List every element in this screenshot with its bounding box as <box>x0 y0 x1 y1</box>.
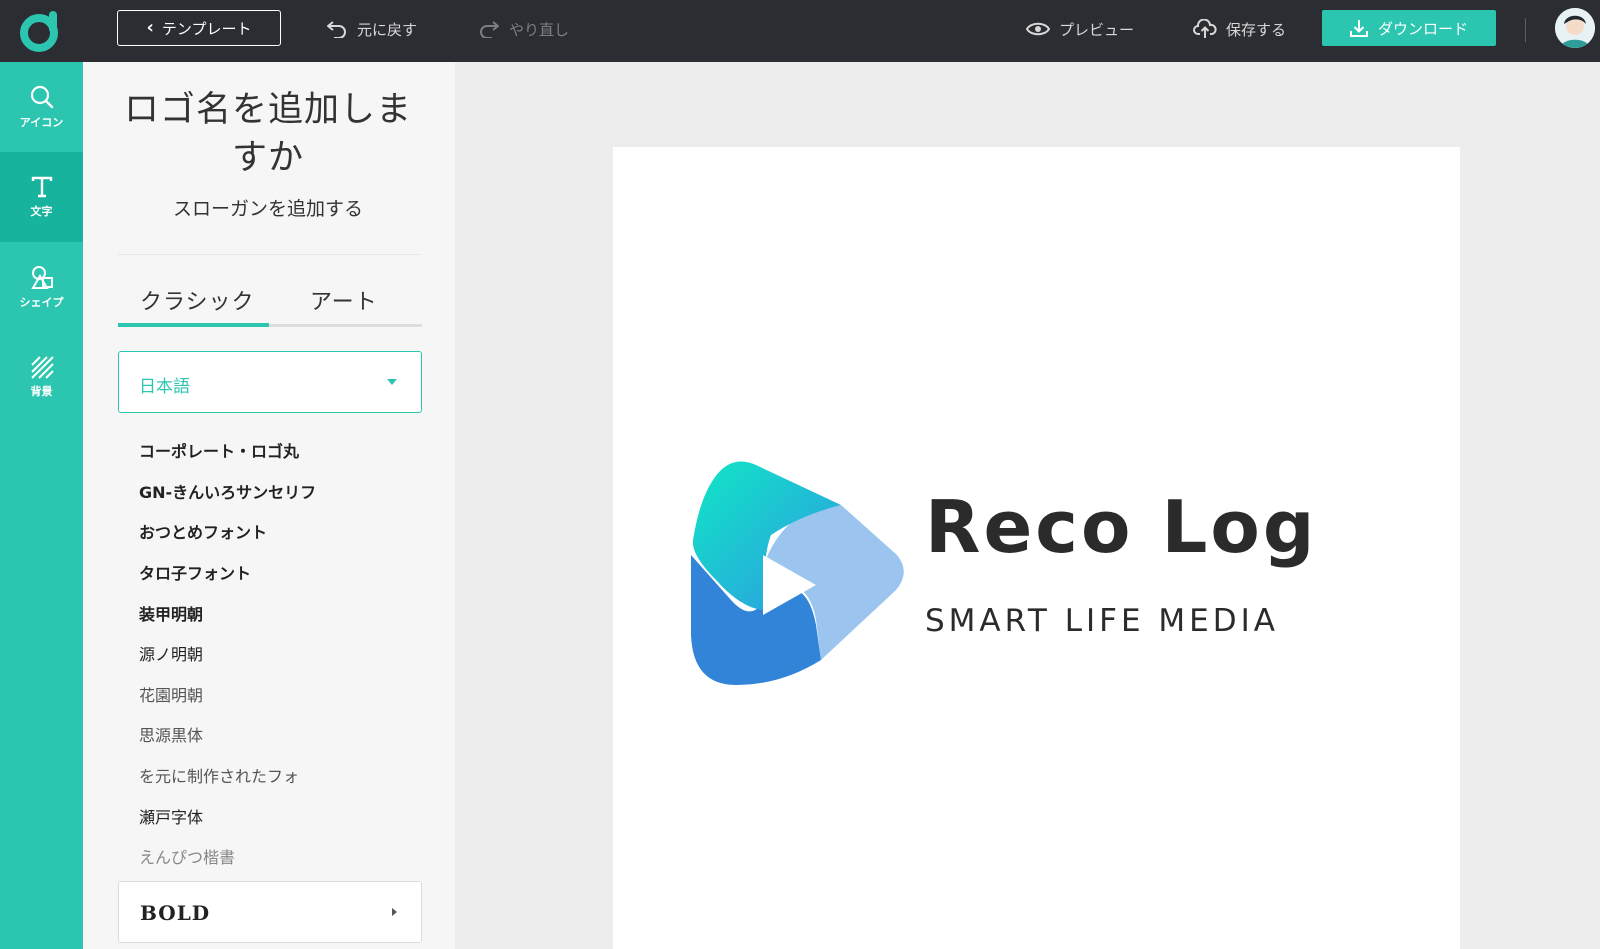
font-item[interactable]: えんぴつ楷書 <box>139 836 339 877</box>
rail-item-icon[interactable]: アイコン <box>0 62 83 152</box>
font-category-tabs: クラシック アート <box>118 270 422 328</box>
template-button-label: テンプレート <box>161 19 252 38</box>
rail-item-label: アイコン <box>19 116 64 129</box>
slogan-input[interactable]: スローガンを追加する <box>113 194 423 221</box>
save-label: 保存する <box>1226 20 1287 39</box>
font-item[interactable]: 源ノ明朝 <box>139 633 339 674</box>
redo-label: やり直し <box>509 20 570 39</box>
caret-down-icon <box>387 379 397 385</box>
font-item[interactable]: GN-きんいろサンセリフ <box>139 471 339 512</box>
shape-icon <box>30 266 53 289</box>
toolbar-divider <box>1525 18 1526 42</box>
preview-label: プレビュー <box>1059 20 1135 39</box>
rail-item-label: 背景 <box>30 385 53 398</box>
font-item[interactable]: タロ子フォント <box>139 552 339 593</box>
font-item[interactable]: おつとめフォント <box>139 511 339 552</box>
rail-item-background[interactable]: 背景 <box>0 332 83 422</box>
tab-active-indicator <box>118 323 269 327</box>
caret-right-icon <box>392 908 397 916</box>
redo-icon <box>480 21 499 38</box>
font-list: コーポレート・ロゴ丸 GN-きんいろサンセリフ おつとめフォント タロ子フォント… <box>139 430 339 877</box>
app-logo-icon[interactable] <box>18 9 62 53</box>
preview-button[interactable]: プレビュー <box>1026 14 1134 44</box>
text-icon <box>31 176 52 198</box>
download-button[interactable]: ダウンロード <box>1322 10 1496 46</box>
save-button[interactable]: 保存する <box>1193 14 1286 44</box>
language-select[interactable]: 日本語 <box>118 351 422 413</box>
eye-icon <box>1026 22 1050 36</box>
undo-label: 元に戻す <box>357 20 418 39</box>
rail-item-label: 文字 <box>30 205 53 218</box>
tab-art[interactable]: アート <box>310 284 378 316</box>
panel-divider <box>118 254 421 255</box>
rail-item-text[interactable]: 文字 <box>0 152 83 242</box>
font-item[interactable]: 装甲明朝 <box>139 592 339 633</box>
font-item[interactable]: コーポレート・ロゴ丸 <box>139 430 339 471</box>
top-toolbar: ‹ テンプレート 元に戻す やり直し プレビュー 保存する ダウンロード <box>0 0 1600 62</box>
logo-slogan-text[interactable]: SMART LIFE MEDIA <box>925 603 1279 639</box>
language-select-value: 日本語 <box>139 377 190 397</box>
download-label: ダウンロード <box>1377 19 1468 38</box>
search-icon <box>30 85 53 109</box>
chevron-left-icon: ‹ <box>146 17 154 38</box>
font-item[interactable]: 花園明朝 <box>139 674 339 715</box>
rail-item-label: シェイプ <box>19 296 64 309</box>
back-to-template-button[interactable]: ‹ テンプレート <box>117 10 281 46</box>
download-icon <box>1349 20 1368 37</box>
logo-name-input[interactable]: ロゴ名を追加しますか <box>113 86 423 182</box>
font-item[interactable]: 瀬戸字体 <box>139 795 339 836</box>
play-logo-icon[interactable] <box>691 460 911 690</box>
font-item[interactable]: を元に制作されたフォ <box>139 755 339 796</box>
rail-item-shape[interactable]: シェイプ <box>0 242 83 332</box>
background-icon <box>30 356 54 379</box>
redo-button[interactable]: やり直し <box>478 14 569 44</box>
logo-name-text[interactable]: Reco Log <box>925 491 1317 563</box>
bold-category-label: BOLD <box>140 901 211 925</box>
user-avatar[interactable] <box>1555 8 1595 48</box>
cloud-upload-icon <box>1193 19 1217 38</box>
bold-category-row[interactable]: BOLD <box>118 881 422 943</box>
font-item[interactable]: 思源黒体 <box>139 714 339 755</box>
undo-icon <box>327 21 346 38</box>
tab-classic[interactable]: クラシック <box>140 284 255 316</box>
undo-button[interactable]: 元に戻す <box>326 14 417 44</box>
tool-rail: アイコン 文字 シェイプ 背景 <box>0 62 83 949</box>
design-canvas[interactable]: Reco Log SMART LIFE MEDIA <box>613 147 1460 949</box>
